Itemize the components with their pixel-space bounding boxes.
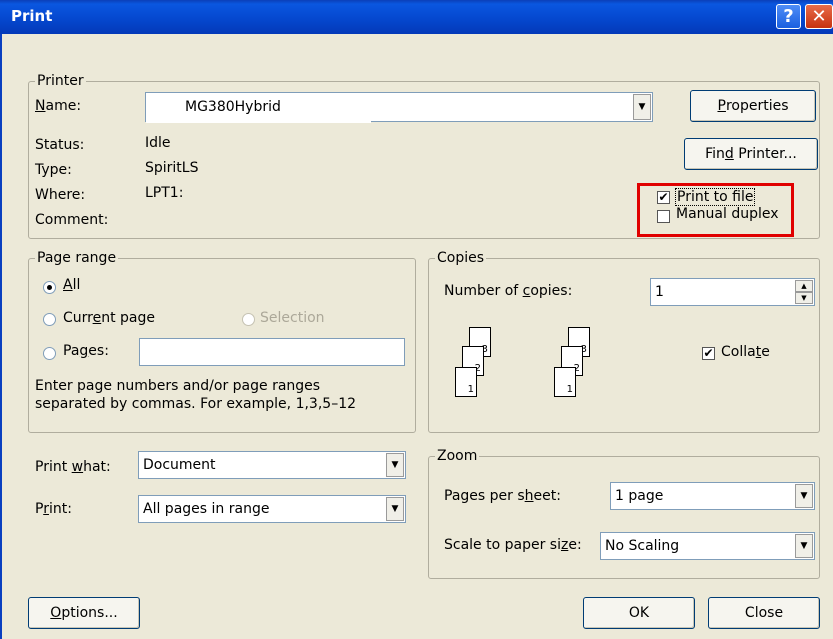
close-icon[interactable]: ✕ bbox=[805, 4, 833, 29]
print-what-label: Print what: bbox=[35, 459, 111, 475]
copies-spinner[interactable]: 1 ▲ ▼ bbox=[650, 278, 815, 306]
number-of-copies-label: Number of copies: bbox=[444, 283, 573, 299]
window-title: Print bbox=[11, 7, 53, 25]
pages-per-sheet-label: Pages per sheet: bbox=[444, 488, 561, 504]
type-label: Type: bbox=[35, 162, 72, 178]
status-label: Status: bbox=[35, 137, 85, 153]
printer-group-label: Printer bbox=[37, 73, 84, 89]
radio-pages-label[interactable]: Pages: bbox=[63, 343, 109, 359]
scale-label: Scale to paper size: bbox=[444, 537, 582, 553]
comment-label: Comment: bbox=[35, 212, 109, 228]
radio-all[interactable] bbox=[43, 281, 56, 294]
spinner-up-icon[interactable]: ▲ bbox=[795, 280, 813, 292]
manual-duplex-label[interactable]: Manual duplex bbox=[676, 206, 789, 222]
options-button[interactable]: Options... bbox=[28, 597, 140, 629]
page-range-help-line1: Enter page numbers and/or page ranges bbox=[35, 378, 321, 394]
zoom-group-label: Zoom bbox=[437, 448, 478, 464]
page-range-group-label: Page range bbox=[37, 250, 117, 266]
chevron-down-icon[interactable]: ▼ bbox=[795, 484, 813, 508]
help-icon[interactable]: ? bbox=[776, 4, 801, 29]
pages-input[interactable] bbox=[139, 338, 405, 366]
close-button[interactable]: Close bbox=[708, 597, 820, 629]
scale-select[interactable]: No Scaling ▼ bbox=[600, 532, 815, 560]
chevron-down-icon[interactable]: ▼ bbox=[386, 453, 404, 477]
title-bar bbox=[0, 0, 833, 34]
print-label: Print: bbox=[35, 501, 72, 517]
printer-name-value: MG380Hybrid bbox=[185, 99, 281, 115]
pages-per-sheet-select[interactable]: 1 page ▼ bbox=[610, 482, 815, 510]
radio-selection-label: Selection bbox=[260, 310, 325, 326]
collate-label[interactable]: Collate bbox=[721, 344, 770, 360]
radio-pages[interactable] bbox=[43, 347, 56, 360]
chevron-down-icon[interactable]: ▼ bbox=[386, 497, 404, 521]
properties-button[interactable]: Properties bbox=[690, 90, 816, 122]
manual-duplex-checkbox[interactable] bbox=[657, 210, 670, 223]
status-value: Idle bbox=[145, 135, 171, 151]
page-range-help-line2: separated by commas. For example, 1,3,5–… bbox=[35, 396, 357, 412]
radio-selection bbox=[242, 313, 255, 326]
radio-all-label[interactable]: All bbox=[63, 277, 80, 293]
printer-name-select[interactable]: 🖨 MG380Hybrid ▼ bbox=[145, 92, 653, 123]
copies-group-label: Copies bbox=[437, 250, 485, 266]
chevron-down-icon[interactable]: ▼ bbox=[795, 534, 813, 558]
where-label: Where: bbox=[35, 187, 86, 203]
ok-button[interactable]: OK bbox=[583, 597, 695, 629]
collate-checkbox[interactable]: ✔ bbox=[702, 347, 715, 360]
printer-name-label: Name: bbox=[35, 98, 82, 114]
print-to-file-label[interactable]: Print to file bbox=[675, 188, 756, 206]
find-printer-button[interactable]: Fin d Printer... bbox=[684, 138, 818, 170]
chevron-down-icon[interactable]: ▼ bbox=[633, 94, 651, 120]
print-select[interactable]: All pages in range ▼ bbox=[138, 495, 406, 523]
radio-current-page-label[interactable]: Current page bbox=[63, 310, 155, 326]
print-to-file-checkbox[interactable]: ✔ bbox=[657, 191, 670, 204]
radio-current-page[interactable] bbox=[43, 313, 56, 326]
print-what-select[interactable]: Document ▼ bbox=[138, 451, 406, 479]
where-value: LPT1: bbox=[145, 185, 184, 201]
spinner-down-icon[interactable]: ▼ bbox=[795, 292, 813, 304]
type-value: SpiritLS bbox=[145, 160, 199, 176]
